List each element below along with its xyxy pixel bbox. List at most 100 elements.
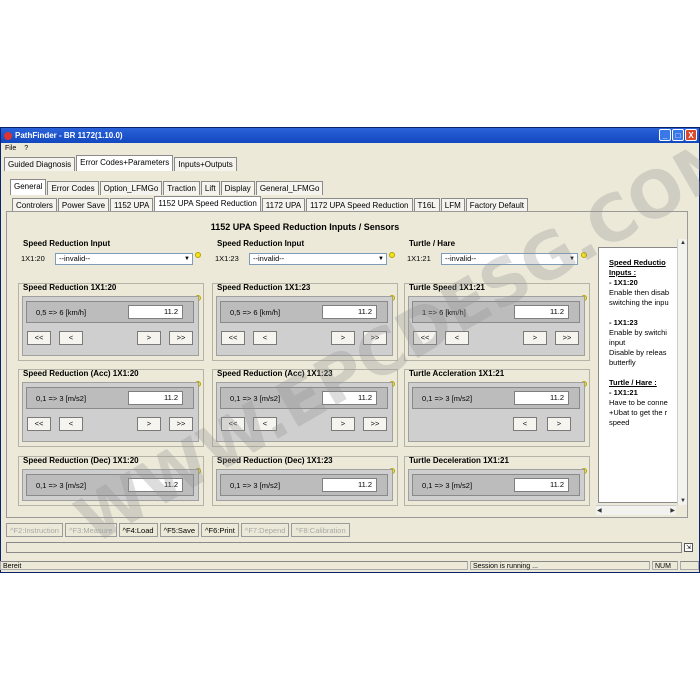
parameter-value[interactable]: 11.2 <box>128 305 183 319</box>
help-line: Disable by releas <box>609 348 667 357</box>
tab-lfm[interactable]: LFM <box>440 198 465 212</box>
help-line <box>609 368 677 378</box>
help-vertical-scrollbar[interactable]: ▲ ▼ <box>677 239 687 505</box>
input-title: Turtle / Hare <box>409 239 456 248</box>
increase-button[interactable]: > <box>331 331 355 345</box>
parameter-value[interactable]: 11.2 <box>322 305 377 319</box>
close-button[interactable]: X <box>685 129 697 141</box>
menu-file[interactable]: File <box>5 145 16 152</box>
help-panel: Speed Reductio Inputs :- 1X1:20 Enable the… <box>598 247 678 503</box>
parameter-title: Speed Reduction 1X1:23 <box>217 283 311 292</box>
increase-button[interactable]: > <box>547 417 571 431</box>
input-port-label: 1X1:20 <box>21 254 45 263</box>
last-button[interactable]: >> <box>363 331 387 345</box>
help-line: - 1X1:20 <box>609 278 638 287</box>
tab-1172-upa-speed-reduction[interactable]: 1172 UPA Speed Reduction <box>306 198 413 212</box>
status-extra <box>680 561 699 570</box>
first-button[interactable]: << <box>413 331 437 345</box>
function-key-button[interactable]: ^F6:Print <box>201 523 239 537</box>
function-key-button[interactable]: ^F4:Load <box>118 523 158 537</box>
function-key-button: ^F8:Calibration <box>291 523 350 537</box>
scroll-right-icon[interactable]: ▶ <box>670 507 675 514</box>
tab-error-codes-parameters[interactable]: Error Codes+Parameters <box>76 155 174 171</box>
second-tab-row: General Error Codes Option_LFMGo Tractio… <box>10 179 324 195</box>
parameter-title: Turtle Accleration 1X1:21 <box>409 369 505 378</box>
tab-traction[interactable]: Traction <box>163 181 200 195</box>
parameter-range: 0,5 => 6 [km/h] <box>36 308 87 317</box>
scroll-left-icon[interactable]: ◀ <box>597 507 602 514</box>
tab-general[interactable]: General <box>10 179 47 195</box>
help-line: switching the inpu <box>609 298 669 307</box>
parameter-range: 0,1 => 3 [m/s2] <box>230 481 281 490</box>
tab-lift[interactable]: Lift <box>200 181 220 195</box>
decrease-button[interactable]: < <box>513 417 537 431</box>
resize-icon[interactable]: ⇲ <box>684 543 693 552</box>
scroll-up-icon[interactable]: ▲ <box>680 240 686 246</box>
tab-guided-diagnosis[interactable]: Guided Diagnosis <box>4 157 76 171</box>
decrease-button[interactable]: < <box>253 331 277 345</box>
tab-1152-upa-speed-reduction[interactable]: 1152 UPA Speed Reduction <box>154 196 261 212</box>
parameter-title: Speed Reduction (Acc) 1X1:20 <box>23 369 139 378</box>
decrease-button[interactable]: < <box>253 417 277 431</box>
last-button[interactable]: >> <box>363 417 387 431</box>
help-line: Enable then disab <box>609 288 670 297</box>
tab-error-codes[interactable]: Error Codes <box>47 181 99 195</box>
help-line: +Ubat to get the r <box>609 408 668 417</box>
parameter-value[interactable]: 11.2 <box>514 391 569 405</box>
last-button[interactable]: >> <box>555 331 579 345</box>
status-session: Session is running ... <box>470 561 650 570</box>
menu-bar: File ? <box>1 143 699 153</box>
status-left: Bereit <box>0 561 468 570</box>
input-select-value: --invalid-- <box>253 254 285 263</box>
last-button[interactable]: >> <box>169 331 193 345</box>
decrease-button[interactable]: < <box>59 331 83 345</box>
title-bar: PathFinder - BR 1172(1.10.0) _ □ X <box>1 128 699 143</box>
input-title: Speed Reduction Input <box>217 239 305 248</box>
tab-display[interactable]: Display <box>220 181 255 195</box>
chevron-down-icon[interactable]: ▼ <box>377 255 385 263</box>
help-horizontal-scrollbar[interactable]: ◀ ▶ <box>596 505 676 515</box>
first-button[interactable]: << <box>27 331 51 345</box>
chevron-down-icon[interactable]: ▼ <box>183 255 191 263</box>
tab-t16l[interactable]: T16L <box>413 198 440 212</box>
input-port-label: 1X1:23 <box>215 254 239 263</box>
tab-controlers[interactable]: Controlers <box>12 198 57 212</box>
tab-1152-upa[interactable]: 1152 UPA <box>110 198 154 212</box>
last-button[interactable]: >> <box>169 417 193 431</box>
parameter-value[interactable]: 11.2 <box>128 478 183 492</box>
increase-button[interactable]: > <box>523 331 547 345</box>
tab-1172-upa[interactable]: 1172 UPA <box>261 198 306 212</box>
tab-option-lfmgo[interactable]: Option_LFMGo <box>99 181 163 195</box>
tab-inputs-outputs[interactable]: Inputs+Outputs <box>174 157 237 171</box>
function-key-button: ^F3:Measure <box>64 523 117 537</box>
input-select[interactable]: --invalid-- ▼ <box>55 253 193 265</box>
input-select[interactable]: --invalid-- ▼ <box>249 253 387 265</box>
tab-general-lfmgo[interactable]: General_LFMGo <box>255 181 324 195</box>
menu-help[interactable]: ? <box>24 145 28 152</box>
increase-button[interactable]: > <box>137 417 161 431</box>
function-key-button: ^F2:Instruction <box>6 523 63 537</box>
decrease-button[interactable]: < <box>445 331 469 345</box>
parameter-value[interactable]: 11.2 <box>514 305 569 319</box>
top-tab-row: Guided Diagnosis Error Codes+Parameters … <box>4 155 237 171</box>
first-button[interactable]: << <box>221 331 245 345</box>
first-button[interactable]: << <box>221 417 245 431</box>
increase-button[interactable]: > <box>331 417 355 431</box>
scroll-down-icon[interactable]: ▼ <box>680 498 686 504</box>
maximize-button[interactable]: □ <box>672 129 684 141</box>
parameter-value[interactable]: 11.2 <box>322 391 377 405</box>
tab-factory-default[interactable]: Factory Default <box>465 198 528 212</box>
input-select[interactable]: --invalid-- ▼ <box>441 253 578 265</box>
tab-power-save[interactable]: Power Save <box>57 198 110 212</box>
parameter-value[interactable]: 11.2 <box>514 478 569 492</box>
function-key-button[interactable]: ^F5:Save <box>159 523 200 537</box>
help-line: Have to be conne <box>609 398 668 407</box>
decrease-button[interactable]: < <box>59 417 83 431</box>
chevron-down-icon[interactable]: ▼ <box>568 255 576 263</box>
minimize-button[interactable]: _ <box>659 129 671 141</box>
page-title: 1152 UPA Speed Reduction Inputs / Sensor… <box>210 222 400 232</box>
first-button[interactable]: << <box>27 417 51 431</box>
increase-button[interactable]: > <box>137 331 161 345</box>
parameter-value[interactable]: 11.2 <box>322 478 377 492</box>
parameter-value[interactable]: 11.2 <box>128 391 183 405</box>
